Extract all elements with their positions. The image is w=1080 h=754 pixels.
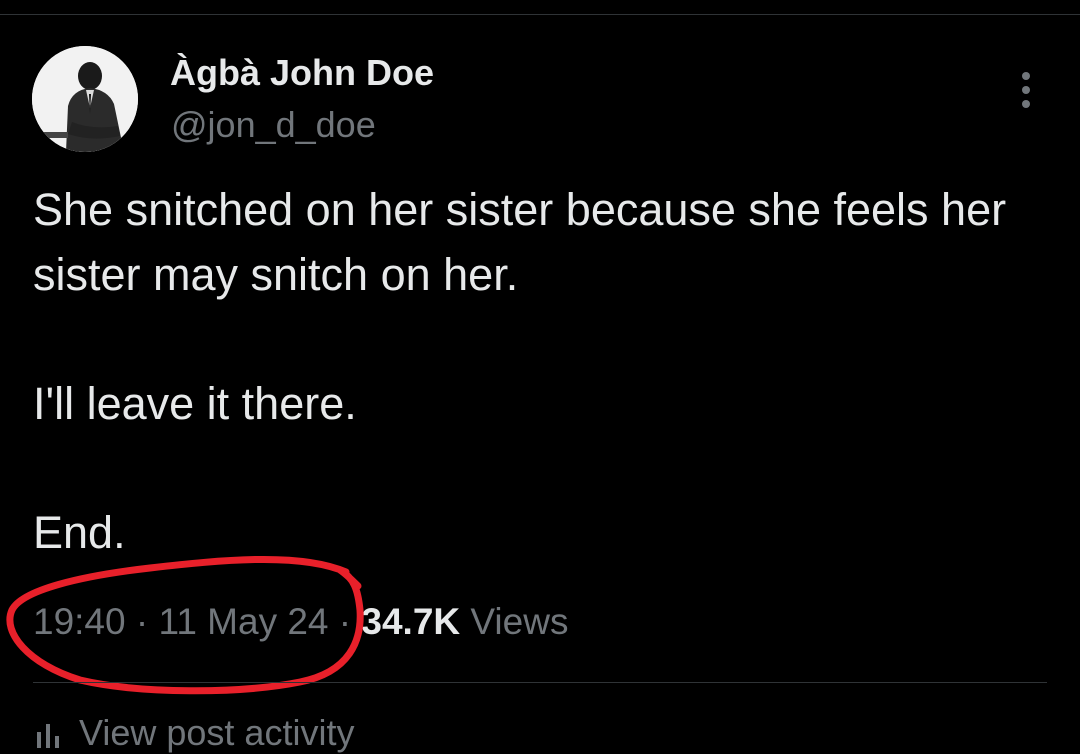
top-divider (0, 14, 1080, 15)
tweet-paragraph: End. (33, 506, 126, 558)
tweet-date[interactable]: 11 May 24 (158, 601, 328, 642)
more-dot-icon (1022, 86, 1030, 94)
tweet-time[interactable]: 19:40 (33, 601, 126, 642)
author-handle[interactable]: @jon_d_doe (171, 104, 376, 146)
tweet-paragraph: She snitched on her sister because she f… (33, 184, 1007, 300)
views-label: Views (470, 601, 569, 642)
avatar[interactable] (32, 46, 138, 152)
more-dot-icon (1022, 100, 1030, 108)
bottom-divider (33, 682, 1047, 683)
more-dot-icon (1022, 72, 1030, 80)
author-display-name[interactable]: Àgbà John Doe (170, 52, 434, 94)
meta-separator: · (125, 601, 159, 642)
meta-separator: · (328, 601, 362, 642)
tweet-meta-row: 19:40 · 11 May 24 · 34.7K Views (33, 601, 568, 643)
more-options-button[interactable] (1006, 66, 1046, 114)
views-count[interactable]: 34.7K (361, 601, 460, 642)
bar-chart-icon (37, 724, 59, 749)
post-activity-link[interactable]: View post activity (33, 712, 354, 754)
tweet-paragraph: I'll leave it there. (33, 377, 357, 429)
tweet-text: She snitched on her sister because she f… (33, 178, 1033, 565)
profile-photo-icon (32, 46, 138, 152)
